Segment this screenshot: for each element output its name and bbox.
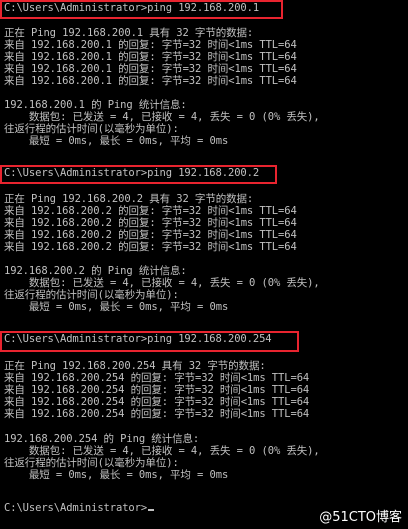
command-highlight-box-2 [0,165,277,184]
current-prompt-text: C:\Users\Administrator> [4,502,148,514]
reply-line-3-4: 来自 192.168.200.254 的回复: 字节=32 时间<1ms TTL… [4,408,310,420]
reply-line-1-4: 来自 192.168.200.1 的回复: 字节=32 时间<1ms TTL=6… [4,75,297,87]
current-prompt[interactable]: C:\Users\Administrator> [4,502,155,515]
rtt-values-3: 最短 = 0ms, 最长 = 0ms, 平均 = 0ms [4,469,229,481]
command-highlight-box-1 [0,0,283,19]
site-watermark: @51CTO博客 [319,510,402,525]
reply-line-2-4: 来自 192.168.200.2 的回复: 字节=32 时间<1ms TTL=6… [4,241,297,253]
rtt-values-2: 最短 = 0ms, 最长 = 0ms, 平均 = 0ms [4,301,229,313]
command-prompt-console[interactable]: C:\Users\Administrator>ping 192.168.200.… [0,0,408,529]
text-cursor [148,509,155,511]
command-highlight-box-3 [0,331,299,352]
rtt-values-1: 最短 = 0ms, 最长 = 0ms, 平均 = 0ms [4,135,229,147]
